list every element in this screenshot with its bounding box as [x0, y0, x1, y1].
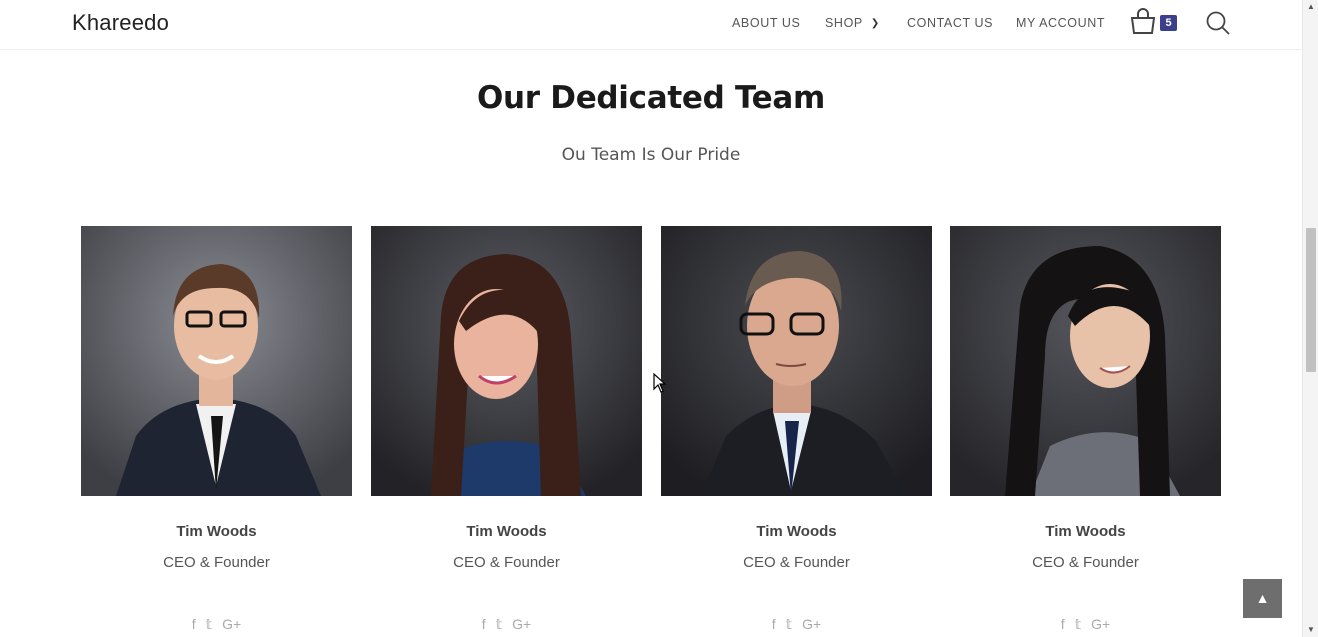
search-button[interactable] — [1205, 10, 1231, 36]
site-logo[interactable]: Khareedo — [72, 10, 169, 36]
team-member-role: CEO & Founder — [163, 554, 270, 571]
shopping-bag-icon — [1130, 8, 1156, 34]
chevron-up-icon: ▲ — [1255, 590, 1270, 606]
scroll-up-arrow-icon[interactable]: ▲ — [1303, 0, 1318, 14]
google-plus-icon[interactable]: G+ — [222, 616, 241, 633]
team-member-name: Tim Woods — [176, 523, 257, 540]
team-card: Tim Woods CEO & Founder f 𝕥 G+ — [81, 226, 352, 633]
twitter-icon[interactable]: 𝕥 — [206, 616, 213, 633]
nav-contact-us[interactable]: CONTACT US — [907, 16, 993, 30]
twitter-icon[interactable]: 𝕥 — [1075, 616, 1082, 633]
team-card: Tim Woods CEO & Founder f 𝕥 G+ — [950, 226, 1221, 633]
cart-count-badge: 5 — [1160, 15, 1177, 31]
search-icon — [1206, 11, 1230, 35]
team-member-photo — [661, 226, 932, 496]
team-member-photo — [950, 226, 1221, 496]
google-plus-icon[interactable]: G+ — [1091, 616, 1110, 633]
social-links: f 𝕥 G+ — [661, 616, 932, 633]
nav-shop-label: SHOP — [825, 16, 863, 30]
team-member-role: CEO & Founder — [743, 554, 850, 571]
google-plus-icon[interactable]: G+ — [802, 616, 821, 633]
back-to-top-button[interactable]: ▲ — [1243, 579, 1282, 618]
scroll-down-arrow-icon[interactable]: ▼ — [1303, 623, 1318, 637]
team-member-name: Tim Woods — [756, 523, 837, 540]
mouse-cursor-icon — [653, 373, 667, 393]
twitter-icon[interactable]: 𝕥 — [786, 616, 793, 633]
site-header: Khareedo ABOUT US SHOP ❯ CONTACT US MY AC… — [0, 0, 1302, 50]
team-member-role: CEO & Founder — [1032, 554, 1139, 571]
team-card: Tim Woods CEO & Founder f 𝕥 G+ — [371, 226, 642, 633]
scroll-thumb[interactable] — [1306, 228, 1316, 372]
social-links: f 𝕥 G+ — [81, 616, 352, 633]
facebook-icon[interactable]: f — [1061, 616, 1065, 633]
facebook-icon[interactable]: f — [482, 616, 486, 633]
team-member-photo — [81, 226, 352, 496]
team-member-photo — [371, 226, 642, 496]
team-member-role: CEO & Founder — [453, 554, 560, 571]
nav-about-us[interactable]: ABOUT US — [732, 16, 800, 30]
facebook-icon[interactable]: f — [192, 616, 196, 633]
chevron-down-icon: ❯ — [870, 18, 880, 29]
social-links: f 𝕥 G+ — [950, 616, 1221, 633]
cart-button[interactable]: 5 — [1129, 8, 1181, 36]
page-scrollbar[interactable]: ▲ ▼ — [1302, 0, 1318, 637]
team-card: Tim Woods CEO & Founder f 𝕥 G+ — [661, 226, 932, 633]
nav-my-account[interactable]: MY ACCOUNT — [1016, 16, 1105, 30]
nav-shop[interactable]: SHOP ❯ — [825, 16, 880, 30]
section-title: Our Dedicated Team — [476, 80, 826, 116]
facebook-icon[interactable]: f — [772, 616, 776, 633]
twitter-icon[interactable]: 𝕥 — [496, 616, 503, 633]
team-member-name: Tim Woods — [466, 523, 547, 540]
social-links: f 𝕥 G+ — [371, 616, 642, 633]
section-subtitle: Ou Team Is Our Pride — [561, 145, 741, 165]
team-member-name: Tim Woods — [1045, 523, 1126, 540]
google-plus-icon[interactable]: G+ — [512, 616, 531, 633]
